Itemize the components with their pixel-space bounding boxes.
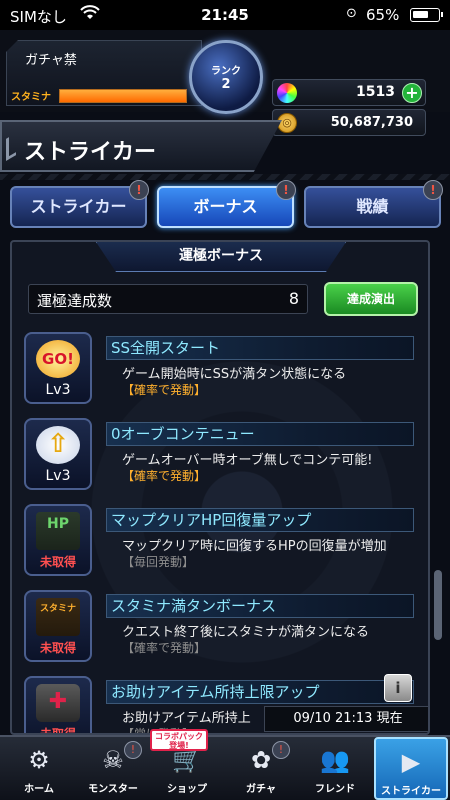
info-button[interactable]: i [384, 674, 412, 702]
bonus-level: Lv3 [45, 468, 71, 484]
bonus-name: SS全開スタート [106, 336, 414, 360]
go-icon: GO! [36, 340, 80, 378]
bonus-name: マップクリアHP回復量アップ [106, 508, 414, 532]
bottom-nav: ⚙ ホーム ☠ モンスター ! 🛒 ショップ ✿ ガチャ ! 👥 フレンド ▶ … [0, 729, 450, 800]
status-bar: SIMなし 21:45 ⊙ 65% [0, 0, 450, 30]
bonus-condition: 【確率で発動】 [122, 641, 207, 655]
bonus-badge: スタミナ 未取得 [24, 590, 92, 662]
update-timestamp: 09/10 21:13 現在 [264, 706, 428, 732]
stamina-bar [59, 89, 187, 103]
stamina-label: スタミナ [11, 92, 51, 103]
nav-label: ホーム [24, 784, 54, 795]
bonus-level: Lv3 [45, 382, 71, 398]
title-divider [0, 174, 450, 180]
nav-label: モンスター [88, 784, 138, 795]
player-info[interactable]: ガチャ禁 スタミナ 101/101 [6, 40, 202, 106]
bonus-item[interactable]: HP 未取得 マップクリアHP回復量アップ マップクリア時に回復するHPの回復量… [12, 504, 428, 590]
tab-label: 戦績 [356, 197, 389, 216]
buy-orbs-button[interactable]: + [402, 83, 422, 103]
stamina-fill [60, 90, 186, 102]
rotation-lock-icon: ⊙ [346, 6, 357, 21]
bonus-level: 未取得 [39, 727, 76, 735]
rank-label: ランク [211, 66, 241, 77]
friend-icon: 👥 [320, 746, 350, 774]
tab-bonus[interactable]: ボーナス ! [157, 180, 296, 228]
item-bag-icon: ✚ [36, 684, 80, 722]
gold-counter: ◎ 50,687,730 [272, 109, 426, 136]
rank-badge[interactable]: ランク 2 [189, 40, 263, 114]
orb-counter: 1513 + [272, 79, 426, 106]
player-name: ガチャ禁 [25, 53, 77, 68]
bonus-badge: ✚ 未取得 [24, 676, 92, 735]
count-value: 8 [288, 289, 299, 308]
bonus-badge: ⇧ Lv3 [24, 418, 92, 490]
nav-label: ガチャ [246, 784, 276, 795]
achievement-count: 運極達成数 8 [28, 284, 308, 314]
stamina-icon: スタミナ [36, 598, 80, 636]
tab-record[interactable]: 戦績 ! [304, 180, 443, 228]
bonus-description: クエスト終了後にスタミナが満タンになる [122, 625, 370, 640]
nav-label: ストライカー [381, 786, 441, 797]
stamina-value: 101/101 [89, 104, 144, 118]
bonus-badge: HP 未取得 [24, 504, 92, 576]
nav-striker[interactable]: ▶ ストライカー [374, 737, 448, 800]
bonus-panel: 運極ボーナス 運極達成数 8 達成演出 GO! Lv3 SS全開スタート ゲーム… [10, 240, 430, 735]
battery-percent: 65% [366, 6, 400, 24]
bonus-description: お助けアイテム所持上 [122, 711, 251, 726]
count-label: 運極達成数 [37, 292, 113, 310]
page-title: ストライカー [24, 140, 157, 165]
tab-striker[interactable]: ストライカー ! [10, 180, 149, 228]
battery-icon [410, 8, 443, 22]
hp-icon: HP [36, 512, 80, 550]
tab-label: ボーナス [193, 197, 258, 216]
nav-monster[interactable]: ☠ モンスター ! [76, 737, 150, 800]
orb-icon [277, 83, 297, 103]
winged-arrow-icon: ⇧ [36, 426, 80, 464]
bonus-item[interactable]: GO! Lv3 SS全開スタート ゲーム開始時にSSが満タン状態になる 【確率で… [12, 332, 428, 418]
bonus-name: 0オーブコンテニュー [106, 422, 414, 446]
striker-icon: ▶ [401, 748, 421, 776]
bonus-item[interactable]: スタミナ 未取得 スタミナ満タンボーナス クエスト終了後にスタミナが満タンになる… [12, 590, 428, 676]
bonus-name: お助けアイテム所持上限アップ [106, 680, 414, 704]
alert-icon: ! [129, 180, 149, 200]
bonus-description: ゲームオーバー時オーブ無しでコンテ可能! [122, 453, 373, 468]
alert-icon: ! [276, 180, 296, 200]
tab-label: ストライカー [30, 197, 127, 216]
alert-icon: ! [423, 180, 443, 200]
bonus-level: 未取得 [39, 641, 76, 655]
nav-friend[interactable]: 👥 フレンド [298, 737, 372, 800]
bonus-condition: 【確率で発動】 [122, 469, 207, 483]
bonus-description: ゲーム開始時にSSが満タン状態になる [122, 367, 347, 382]
achievement-effect-button[interactable]: 達成演出 [324, 282, 418, 316]
nav-label: フレンド [315, 784, 355, 795]
nav-label: ショップ [167, 784, 207, 795]
gold-value: 50,687,730 [330, 115, 413, 130]
rank-value: 2 [221, 77, 231, 92]
nav-gacha[interactable]: ✿ ガチャ ! [224, 737, 298, 800]
bonus-badge: GO! Lv3 [24, 332, 92, 404]
page-title-bar: ストライカー [0, 120, 282, 172]
panel-header: 運極ボーナス [96, 242, 346, 272]
orb-value: 1513 [356, 84, 395, 100]
bonus-level: 未取得 [39, 555, 76, 569]
nav-home[interactable]: ⚙ ホーム [2, 737, 76, 800]
battery-fill [413, 11, 428, 18]
alert-icon: ! [124, 741, 142, 759]
bonus-condition: 【毎回発動】 [122, 555, 195, 569]
scrollbar[interactable] [434, 570, 442, 640]
bonus-item[interactable]: ⇧ Lv3 0オーブコンテニュー ゲームオーバー時オーブ無しでコンテ可能! 【確… [12, 418, 428, 504]
collab-pack-tag[interactable]: コラボパック登場! [150, 729, 208, 751]
bonus-description: マップクリア時に回復するHPの回復量が増加 [122, 539, 387, 554]
bonus-name: スタミナ満タンボーナス [106, 594, 414, 618]
back-arrow-icon[interactable] [6, 133, 16, 161]
alert-icon: ! [272, 741, 290, 759]
bonus-condition: 【確率で発動】 [122, 383, 207, 397]
home-icon: ⚙ [28, 746, 50, 774]
